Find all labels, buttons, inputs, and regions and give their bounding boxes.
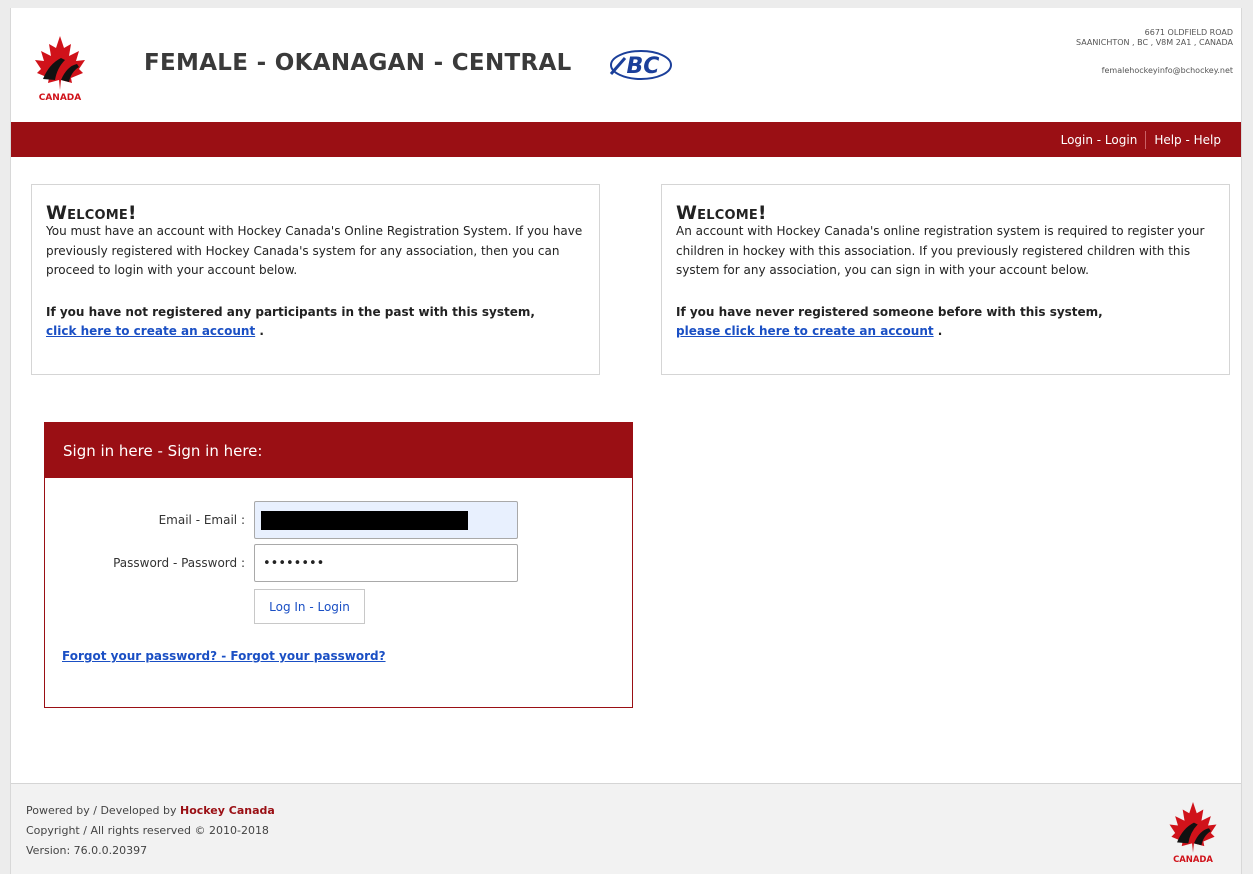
association-address: 6671 OLDFIELD ROAD SAANICHTON , BC , V8M… [1076,28,1233,48]
powered-by-line: Powered by / Developed by Hockey Canada [26,801,275,821]
frame-border [1241,8,1242,874]
address-line: 6671 OLDFIELD ROAD [1144,28,1233,37]
address-line: SAANICHTON , BC , V8M 2A1 , CANADA [1076,38,1233,47]
password-label: Password - Password : [113,556,245,570]
nav-links: Login - Login Help - Help [1053,122,1229,157]
copyright-text: Copyright / All rights reserved © 2010-2… [26,824,269,837]
page: CANADA FEMALE - OKANAGAN - CENTRAL BC 66… [0,0,1253,874]
create-account-suffix: . [933,324,943,338]
nav-login-link[interactable]: Login - Login [1053,133,1146,147]
welcome-panel-right: Welcome! An account with Hockey Canada's… [661,184,1230,375]
powered-by-brand[interactable]: Hockey Canada [180,804,275,817]
nav-help-link[interactable]: Help - Help [1146,133,1229,147]
welcome-text: An account with Hockey Canada's online r… [676,224,1205,277]
create-account-line: please click here to create an account . [676,322,1221,341]
page-top-gutter [0,0,1253,8]
create-account-suffix: . [255,324,264,338]
nav-bar: Login - Login Help - Help [11,122,1241,157]
hockey-canada-logo-footer: CANADA [1169,802,1217,864]
contact-email[interactable]: femalehockeyinfo@bchockey.net [1102,66,1233,75]
hockey-canada-logo[interactable]: CANADA [27,34,93,104]
email-label: Email - Email : [158,513,245,527]
powered-by-label: Powered by / Developed by [26,804,180,817]
password-field[interactable] [254,544,518,582]
sign-in-title: Sign in here - Sign in here: [63,442,263,460]
page-right-gutter [1242,8,1253,874]
bc-logo-text: BC [627,54,660,79]
page-title: FEMALE - OKANAGAN - CENTRAL [144,50,572,76]
logo-caption: CANADA [1173,854,1213,864]
version-text: Version: 76.0.0.20397 [26,844,148,857]
logo-caption: CANADA [39,93,82,103]
welcome-text: You must have an account with Hockey Can… [46,224,583,277]
welcome-panel-left: Welcome! You must have an account with H… [31,184,600,375]
create-account-intro: If you have never registered someone bef… [676,305,1103,319]
welcome-create-account-prompt: If you have not registered any participa… [46,303,591,341]
create-account-link[interactable]: please click here to create an account [676,324,934,338]
footer-info: Powered by / Developed by Hockey Canada … [26,801,275,861]
login-button[interactable]: Log In - Login [254,589,365,624]
site-footer: Powered by / Developed by Hockey Canada … [11,783,1241,874]
welcome-heading: Welcome! [46,202,137,224]
welcome-create-account-prompt: If you have never registered someone bef… [676,303,1221,341]
create-account-intro: If you have not registered any participa… [46,305,535,319]
redacted-email-overlay [261,511,468,530]
forgot-password-link[interactable]: Forgot your password? - Forgot your pass… [62,649,386,663]
create-account-link[interactable]: click here to create an account [46,324,255,338]
bc-hockey-logo: BC [609,50,672,80]
page-left-gutter [0,8,10,874]
site-header: CANADA FEMALE - OKANAGAN - CENTRAL BC 66… [11,8,1241,122]
sign-in-panel: Sign in here - Sign in here: Email - Ema… [44,422,633,708]
sign-in-header: Sign in here - Sign in here: [45,423,632,478]
welcome-heading: Welcome! [676,202,767,224]
create-account-line: click here to create an account . [46,322,591,341]
